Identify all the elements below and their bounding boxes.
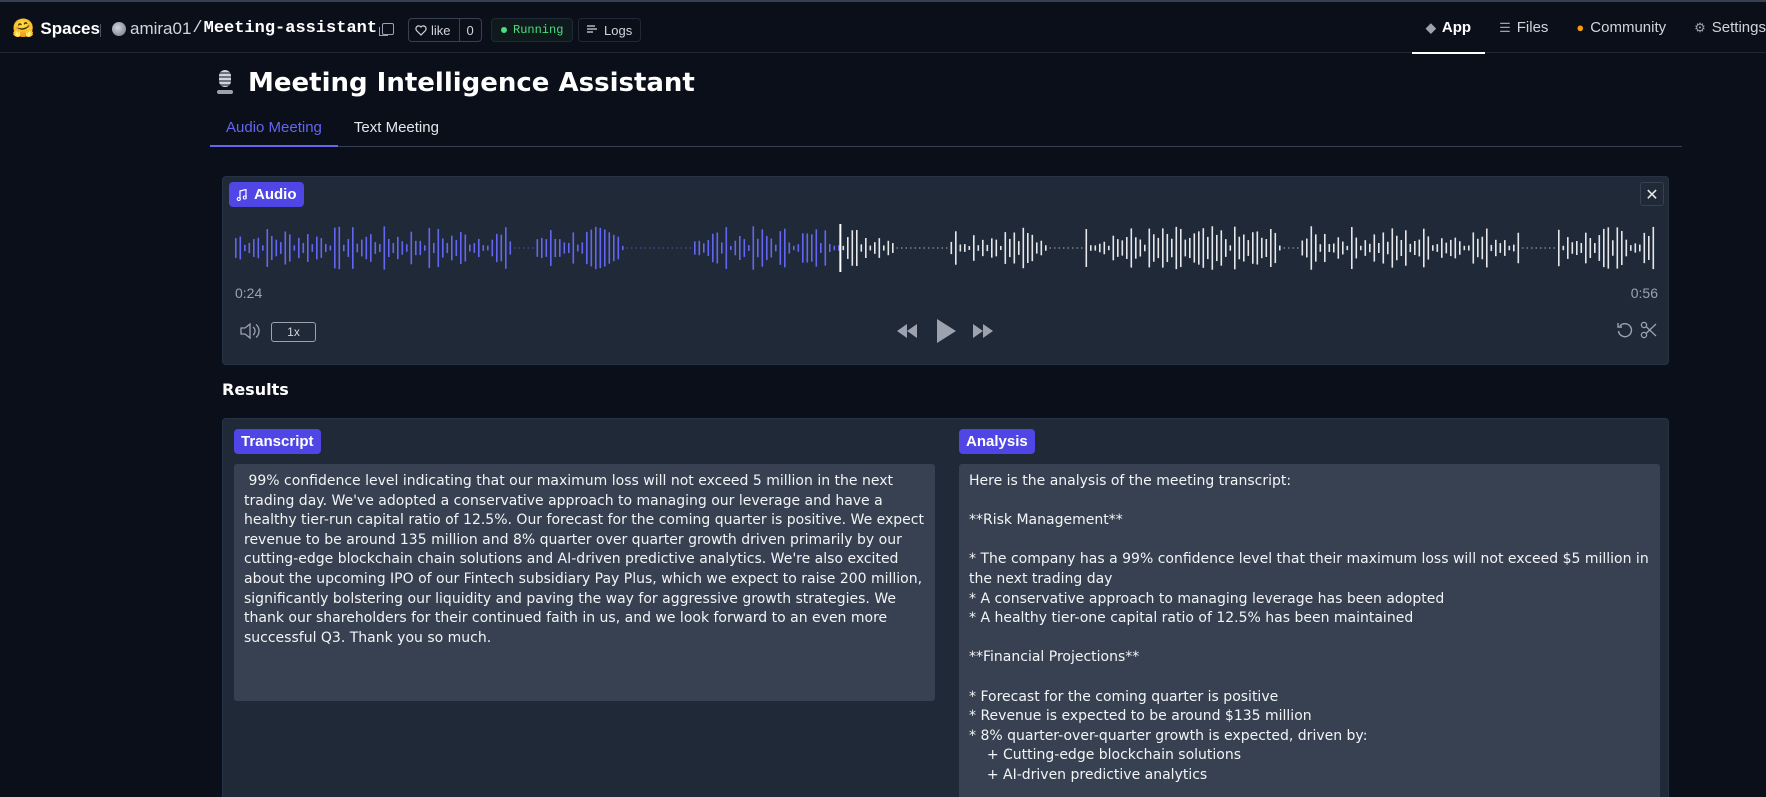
logs-button[interactable]: Logs — [578, 18, 642, 42]
analysis-label: Analysis — [966, 433, 1028, 450]
files-icon: ☰ — [1499, 19, 1511, 35]
nav-settings[interactable]: ⚙ Settings — [1680, 2, 1766, 53]
copy-icon[interactable] — [379, 23, 394, 36]
microphone-icon — [216, 70, 234, 96]
gear-icon: ⚙ — [1694, 19, 1706, 35]
space-nav: ◆ App ☰ Files ● Community ⚙ Settings — [1411, 2, 1766, 54]
owner-avatar[interactable] — [112, 22, 126, 36]
status-dot-icon — [501, 27, 507, 33]
like-count: 0 — [466, 22, 474, 38]
path-separator: / — [192, 19, 203, 38]
page-title-text: Meeting Intelligence Assistant — [248, 68, 695, 98]
undo-icon[interactable] — [1616, 321, 1634, 339]
results-panel: Transcript 99% confidence level indicati… — [222, 418, 1669, 797]
volume-icon[interactable] — [239, 322, 261, 340]
repo-owner-link[interactable]: amira01 — [130, 19, 191, 39]
results-heading: Results — [222, 380, 289, 399]
fast-forward-icon[interactable] — [971, 321, 995, 341]
repo-name-link[interactable]: Meeting-assistant — [204, 19, 377, 39]
status-label: Running — [513, 23, 564, 37]
total-time: 0:56 — [1630, 285, 1658, 301]
community-icon: ● — [1576, 20, 1585, 35]
hugging-face-logo-icon: 🤗 — [12, 18, 35, 38]
rewind-icon[interactable] — [895, 321, 919, 341]
analysis-label-badge: Analysis — [959, 429, 1035, 454]
nav-files-label: Files — [1516, 19, 1549, 36]
playback-controls: 1x — [223, 318, 1668, 346]
analysis-textbox[interactable]: Here is the analysis of the meeting tran… — [959, 464, 1660, 797]
like-button[interactable]: like 0 — [408, 18, 482, 42]
waveform-seekbar[interactable] — [235, 222, 1657, 274]
current-time: 0:24 — [235, 285, 263, 301]
cube-icon: ◆ — [1425, 19, 1436, 35]
transcript-label: Transcript — [241, 433, 314, 450]
music-note-icon — [236, 188, 247, 201]
tab-bar: Audio Meeting Text Meeting — [210, 114, 1682, 147]
audio-label-badge: Audio — [229, 182, 304, 207]
play-icon[interactable] — [935, 318, 957, 344]
nav-community-label: Community — [1590, 19, 1667, 36]
nav-app[interactable]: ◆ App — [1411, 2, 1486, 54]
tab-audio-meeting[interactable]: Audio Meeting — [210, 114, 338, 147]
logs-icon — [587, 25, 597, 33]
playback-speed-button[interactable]: 1x — [271, 322, 316, 342]
nav-settings-label: Settings — [1711, 19, 1766, 36]
close-icon: ✕ — [1645, 184, 1659, 204]
nav-app-label: App — [1441, 19, 1472, 36]
brand-label: Spaces — [40, 18, 100, 38]
spaces-brand[interactable]: 🤗 Spaces — [12, 18, 100, 39]
page-title: Meeting Intelligence Assistant — [216, 68, 695, 98]
close-button[interactable]: ✕ — [1640, 182, 1664, 206]
like-label: like — [431, 22, 451, 38]
transcript-textbox[interactable]: 99% confidence level indicating that our… — [234, 464, 935, 701]
repo-path: amira01 / Meeting-assistant — [130, 19, 377, 39]
divider — [100, 24, 101, 37]
nav-files[interactable]: ☰ Files — [1485, 2, 1562, 53]
heart-icon — [415, 24, 427, 36]
audio-label: Audio — [254, 186, 297, 203]
audio-player: Audio ✕ 0:24 0:56 1x — [222, 176, 1669, 365]
top-bar: 🤗 Spaces amira01 / Meeting-assistant lik… — [0, 0, 1766, 54]
tab-text-meeting[interactable]: Text Meeting — [338, 114, 455, 146]
logs-label: Logs — [604, 22, 633, 38]
scissors-icon[interactable] — [1640, 321, 1658, 339]
status-badge[interactable]: Running — [491, 18, 574, 42]
transcript-label-badge: Transcript — [234, 429, 321, 454]
nav-community[interactable]: ● Community — [1562, 2, 1680, 53]
